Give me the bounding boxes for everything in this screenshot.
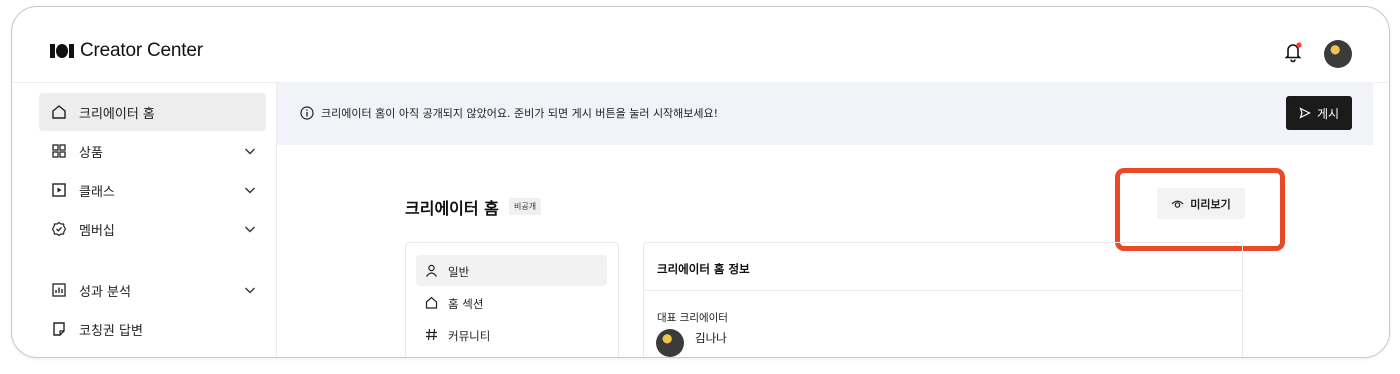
home-icon bbox=[52, 105, 66, 119]
settings-subnav: 일반 홈 섹션 커뮤니티 bbox=[405, 242, 619, 357]
sidebar-item-label: 클래스 bbox=[79, 184, 115, 200]
status-badge: 비공개 bbox=[509, 198, 542, 215]
panel-divider bbox=[644, 290, 1242, 291]
subnav-item-home-sections[interactable]: 홈 섹션 bbox=[416, 287, 607, 318]
creator-home-info-panel: 크리에이터 홈 정보 대표 크리에이터 김나나 bbox=[643, 242, 1243, 357]
grid-icon bbox=[52, 144, 66, 158]
subnav-item-community[interactable]: 커뮤니티 bbox=[416, 319, 607, 350]
publish-button-label: 게시 bbox=[1316, 106, 1340, 121]
info-icon bbox=[300, 106, 314, 120]
chart-icon bbox=[52, 283, 66, 297]
user-icon bbox=[426, 264, 437, 277]
sidebar-item-membership[interactable]: 멤버십 bbox=[39, 210, 266, 248]
sidebar-item-products[interactable]: 상품 bbox=[39, 132, 266, 170]
chevron-down-icon bbox=[245, 187, 255, 194]
panel-title: 크리에이터 홈 정보 bbox=[657, 262, 750, 276]
sidebar-item-label: 코칭권 답변 bbox=[79, 323, 143, 339]
publish-button[interactable]: 게시 bbox=[1286, 96, 1352, 130]
profile-avatar[interactable] bbox=[1324, 40, 1352, 68]
note-icon bbox=[53, 322, 65, 336]
banner-message: 크리에이터 홈이 아직 공개되지 않았어요. 준비가 되면 게시 버튼을 눌러 … bbox=[321, 107, 719, 120]
sidebar: 크리에이터 홈 상품 클래스 멤버십 성과 분석 코칭권 답변 bbox=[12, 82, 277, 357]
representative-creator-label: 대표 크리에이터 bbox=[657, 312, 728, 324]
subnav-item-label: 일반 bbox=[448, 265, 470, 279]
play-square-icon bbox=[52, 183, 66, 197]
brand-logo[interactable]: Creator Center bbox=[50, 40, 203, 62]
chevron-down-icon bbox=[245, 287, 255, 294]
app-window: Creator Center 크리에이터 홈 상품 클래스 멤버십 성과 분석 … bbox=[11, 6, 1390, 358]
creator-avatar bbox=[656, 329, 684, 357]
chevron-down-icon bbox=[245, 148, 255, 155]
home-icon bbox=[425, 296, 438, 309]
page-title: 크리에이터 홈 bbox=[405, 199, 499, 218]
send-icon bbox=[1299, 107, 1311, 119]
main-content: 크리에이터 홈이 아직 공개되지 않았어요. 준비가 되면 게시 버튼을 눌러 … bbox=[277, 82, 1373, 357]
sidebar-item-label: 멤버십 bbox=[79, 223, 115, 239]
unpublished-notice-banner: 크리에이터 홈이 아직 공개되지 않았어요. 준비가 되면 게시 버튼을 눌러 … bbox=[277, 82, 1373, 145]
hash-icon bbox=[426, 328, 437, 341]
top-header: Creator Center bbox=[12, 7, 1389, 83]
sidebar-item-creator-home[interactable]: 크리에이터 홈 bbox=[39, 93, 266, 131]
notification-bell-icon[interactable] bbox=[1284, 41, 1304, 63]
brand-name: Creator Center bbox=[80, 40, 203, 61]
sidebar-item-coaching-answers[interactable]: 코칭권 답변 bbox=[39, 310, 266, 348]
preview-highlight-box bbox=[1115, 168, 1285, 251]
sidebar-item-label: 상품 bbox=[79, 145, 103, 161]
subnav-item-label: 커뮤니티 bbox=[448, 329, 491, 343]
subnav-item-label: 홈 섹션 bbox=[448, 297, 484, 311]
logo-mark-icon bbox=[50, 44, 74, 58]
chevron-down-icon bbox=[245, 226, 255, 233]
sidebar-item-label: 크리에이터 홈 bbox=[79, 106, 155, 122]
creator-name: 김나나 bbox=[695, 331, 727, 345]
sidebar-item-classes[interactable]: 클래스 bbox=[39, 171, 266, 209]
subnav-item-general[interactable]: 일반 bbox=[416, 255, 607, 286]
sidebar-item-label: 성과 분석 bbox=[79, 284, 131, 300]
sidebar-item-analytics[interactable]: 성과 분석 bbox=[39, 271, 266, 309]
badge-check-icon bbox=[51, 221, 67, 237]
